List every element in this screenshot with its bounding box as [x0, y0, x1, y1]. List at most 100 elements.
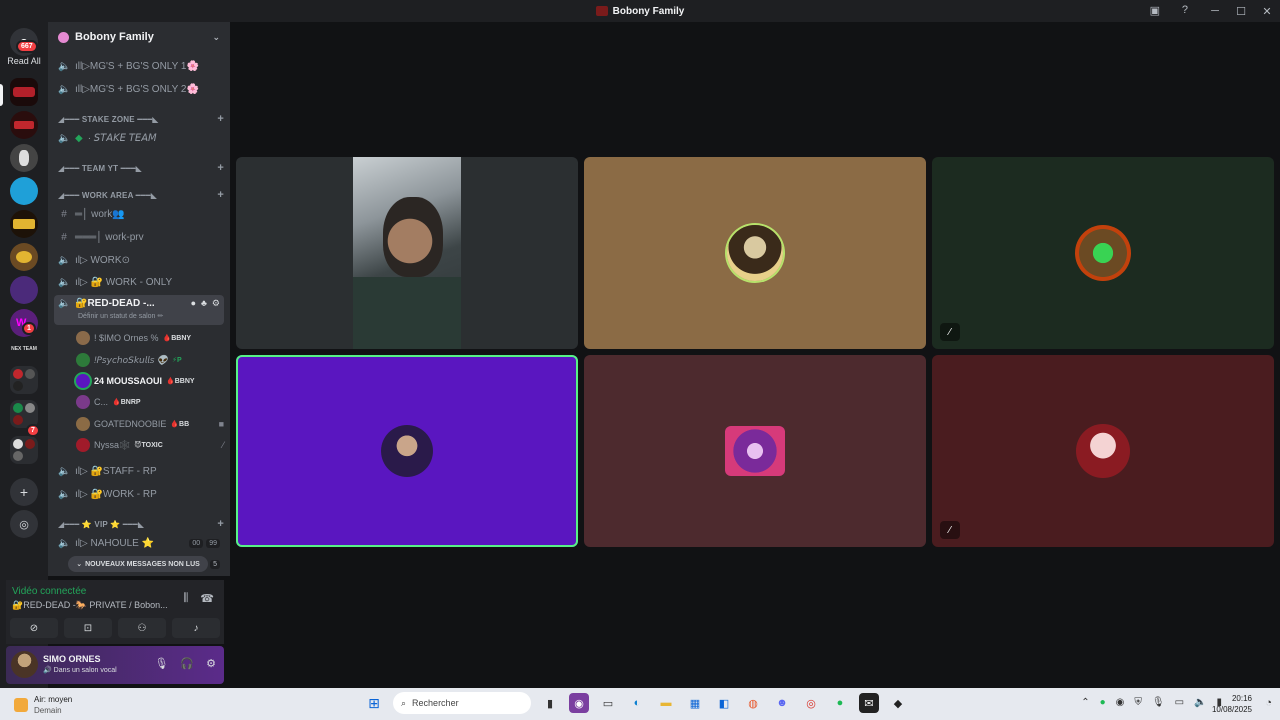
file-explorer-icon[interactable]: ▬: [656, 693, 676, 713]
app-icon[interactable]: ✉: [859, 693, 879, 713]
app-icon[interactable]: ◆: [888, 693, 908, 713]
video-tile-4[interactable]: [236, 355, 578, 547]
channel-work-only[interactable]: 🔈 ıl▷ 🔐 WORK - ONLY: [54, 272, 224, 292]
category-stake-zone[interactable]: ◢━━━ STAKE ZONE ━━━◣ +: [58, 112, 224, 126]
voice-user[interactable]: GOATEDNOOBIE 🩸BB ■: [76, 414, 224, 434]
soundboard-button[interactable]: ♪: [172, 618, 220, 638]
guild-icon: [58, 31, 69, 43]
channel-work-rp[interactable]: 🔈 ıl▷ 🔐WORK - RP: [54, 484, 224, 504]
new-messages-button[interactable]: ⌄ NOUVEAUX MESSAGES NON LUS: [68, 556, 208, 572]
volume-icon[interactable]: 🔈: [1194, 697, 1206, 708]
channel-staff-rp[interactable]: 🔈 ıl▷ 🔐STAFF - RP: [54, 461, 224, 481]
inbox-icon[interactable]: ▣: [1150, 4, 1160, 17]
settings-gear-icon[interactable]: ⚙: [206, 657, 216, 670]
channel-work[interactable]: # ═│ work👥: [54, 204, 224, 224]
add-channel-icon[interactable]: +: [217, 162, 224, 174]
close-icon[interactable]: ✕: [1254, 5, 1280, 18]
server-6-icon[interactable]: [10, 243, 38, 271]
steam-icon[interactable]: ◉: [1116, 697, 1125, 708]
chevron-down-icon[interactable]: ⌄: [212, 32, 220, 43]
channel-work-prv[interactable]: # ═══│ work-prv: [54, 227, 224, 247]
voice-channel[interactable]: 🔐RED-DEAD -🐎 PRIVATE / Bobon...: [12, 600, 168, 611]
server-bobony-icon[interactable]: [10, 78, 38, 106]
activities-button[interactable]: ⚇: [118, 618, 166, 638]
voice-user[interactable]: 24 MOUSSAOUI 🩸BBNY: [76, 371, 224, 391]
video-tile-2[interactable]: [584, 157, 926, 349]
spotify-tray-icon[interactable]: ●: [1100, 697, 1106, 708]
start-icon[interactable]: ⊞: [364, 693, 384, 713]
screen-share-button[interactable]: ⊡: [64, 618, 112, 638]
notification-icon[interactable]: ◔: [1265, 697, 1272, 709]
server-4-icon[interactable]: [10, 177, 38, 205]
server-2-icon[interactable]: [10, 111, 38, 139]
voice-user[interactable]: C... 🩸BNRP: [76, 392, 224, 412]
add-server-icon[interactable]: +: [10, 478, 38, 506]
server-7-icon[interactable]: [10, 276, 38, 304]
channel-nahoule[interactable]: 🔈 ıl▷ NAHOULE ⭐ 00 99: [54, 533, 224, 553]
server-folder-1-icon[interactable]: [10, 366, 38, 394]
server-3-icon[interactable]: [10, 144, 38, 172]
voice-user[interactable]: ! $IMO Ornes % 🩸BBNY: [76, 328, 224, 348]
avatar[interactable]: [11, 651, 38, 678]
video-tile-6[interactable]: ⁄: [932, 355, 1274, 547]
spotify-icon[interactable]: ●: [830, 693, 850, 713]
app-icon[interactable]: ▭: [598, 693, 618, 713]
edge-icon[interactable]: ◐: [627, 693, 647, 713]
guild-header[interactable]: Bobony Family ⌄: [48, 22, 230, 52]
server-folder-3-icon[interactable]: [10, 436, 38, 464]
task-view-icon[interactable]: ▮: [540, 693, 560, 713]
video-tile-camera[interactable]: [236, 157, 578, 349]
maximize-icon[interactable]: ☐: [1228, 5, 1254, 18]
chat-icon[interactable]: ●: [191, 298, 196, 309]
channel-red-dead[interactable]: 🔈 🔐RED-DEAD -... ● ♣ ⚙ Définir un statut…: [54, 295, 224, 325]
shield-icon[interactable]: ⛨: [1134, 697, 1142, 708]
discord-icon[interactable]: ☻: [772, 693, 792, 713]
settings-gear-icon[interactable]: ⚙: [212, 298, 220, 309]
channel-work-o[interactable]: 🔈 ıl▷ WORK⊙: [54, 250, 224, 270]
video-tile-3[interactable]: ⁄: [932, 157, 1274, 349]
channel-status[interactable]: Définir un statut de salon ✏: [78, 312, 163, 320]
clock[interactable]: 20:16 10/08/2025: [1212, 693, 1252, 715]
add-channel-icon[interactable]: +: [217, 189, 224, 201]
voice-user[interactable]: Nyssa🕸️ 😈TOXIC ⁄: [76, 435, 224, 455]
firefox-icon[interactable]: ◍: [743, 693, 763, 713]
noise-suppression-icon[interactable]: ⫼: [183, 592, 188, 605]
discover-icon[interactable]: ◎: [10, 510, 38, 538]
category-label: ◢━━━ STAKE ZONE ━━━◣: [58, 114, 159, 124]
add-channel-icon[interactable]: +: [217, 518, 224, 530]
server-team-label-icon[interactable]: NEX TEAM: [10, 346, 38, 352]
guild-name: Bobony Family: [75, 31, 154, 43]
headphones-icon[interactable]: 🎧: [180, 657, 194, 670]
minimize-icon[interactable]: ─: [1202, 5, 1228, 17]
store-icon[interactable]: ▦: [685, 693, 705, 713]
user-name[interactable]: SIMO ORNES: [43, 654, 101, 664]
microphone-icon[interactable]: 🎙: [154, 657, 168, 670]
weather-widget[interactable]: Air: moyen Demain: [14, 694, 72, 716]
disconnect-icon[interactable]: ☎: [200, 592, 214, 605]
chevron-up-icon[interactable]: ⌃: [1081, 697, 1089, 708]
category-team-yt[interactable]: ◢━━━ TEAM YT ━━━◣ +: [58, 161, 224, 175]
clock-time: 20:16: [1231, 694, 1252, 703]
camera-off-button[interactable]: ⊘: [10, 618, 58, 638]
video-tile-5[interactable]: [584, 355, 926, 547]
help-icon[interactable]: ?: [1182, 4, 1188, 16]
voice-user-tag: 😈TOXIC: [134, 442, 163, 449]
category-work-area[interactable]: ◢━━━ WORK AREA ━━━◣ +: [58, 188, 224, 202]
app-icon[interactable]: ◉: [569, 693, 589, 713]
read-all-button[interactable]: Read All: [0, 56, 48, 66]
category-vip[interactable]: ◢━━━ ⭐ VIP ⭐ ━━━◣ +: [58, 517, 224, 531]
microphone-icon[interactable]: 🎙: [1152, 697, 1165, 708]
invite-icon[interactable]: ♣: [201, 298, 207, 309]
voice-status[interactable]: Vidéo connectée: [12, 586, 86, 597]
channel-stake-team[interactable]: 🔈 ◆ · 𝘚𝘛𝘈𝘒𝘌 𝘛𝘌𝘈𝘔: [54, 128, 224, 148]
speaker-icon: 🔈: [58, 298, 71, 309]
chrome-icon[interactable]: ◎: [801, 693, 821, 713]
voice-user[interactable]: !𝘗𝘴𝘺𝘤𝘩𝘰𝘚𝘬𝘶𝘭𝘭𝘴 👽 ⚡P: [76, 350, 224, 370]
network-icon[interactable]: ▭: [1175, 697, 1184, 708]
outlook-icon[interactable]: ◧: [714, 693, 734, 713]
channel-mg2[interactable]: 🔈 ıll▷MG'S + BG'S ONLY 2🌸: [54, 79, 224, 99]
search-box[interactable]: ⌕ Rechercher: [393, 692, 531, 714]
server-vodka-icon[interactable]: [10, 210, 38, 238]
add-channel-icon[interactable]: +: [217, 113, 224, 125]
channel-mg1[interactable]: 🔈 ıll▷MG'S + BG'S ONLY 1🌸: [54, 56, 224, 76]
